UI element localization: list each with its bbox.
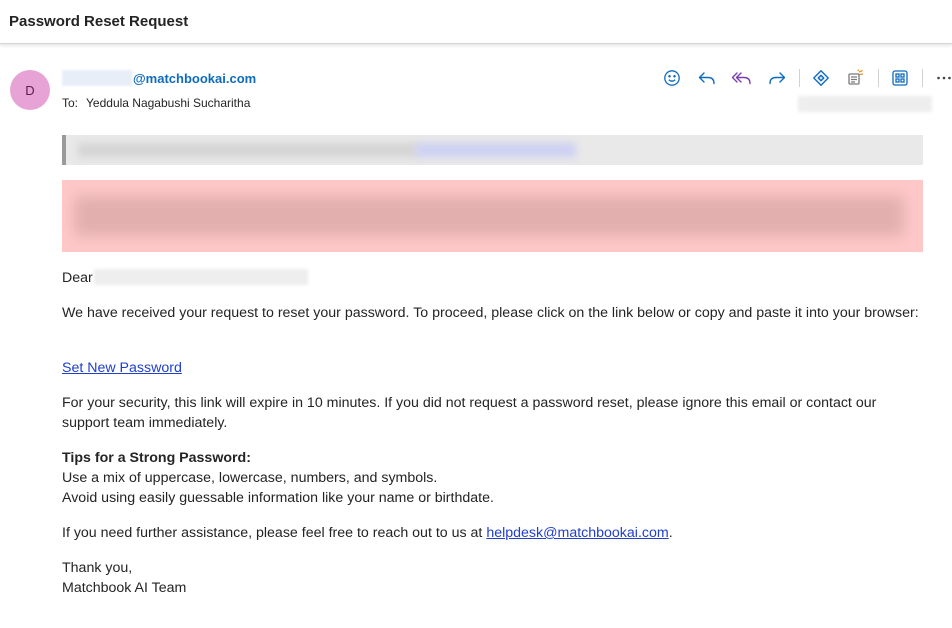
tip-item: Use a mix of uppercase, lowercase, numbe… bbox=[62, 470, 438, 486]
signature: Matchbook AI Team bbox=[62, 580, 187, 596]
assistance-suffix: . bbox=[668, 525, 673, 541]
tip-item: Avoid using easily guessable information… bbox=[62, 490, 494, 506]
redacted-date bbox=[798, 96, 932, 112]
sender-avatar[interactable]: D bbox=[10, 70, 50, 110]
paragraph-security: For your security, this link will expire… bbox=[62, 395, 877, 431]
loop-icon[interactable] bbox=[809, 66, 833, 90]
immersive-reader-icon[interactable] bbox=[844, 66, 868, 90]
external-sender-banner bbox=[62, 135, 923, 165]
subject-bar: Password Reset Request bbox=[0, 0, 952, 44]
to-label: To: bbox=[62, 96, 79, 110]
toolbar-divider bbox=[799, 69, 800, 87]
apps-icon[interactable] bbox=[888, 66, 912, 90]
reset-link-line: Set New Password bbox=[62, 358, 922, 378]
assistance-line: If you need further assistance, please f… bbox=[62, 523, 922, 543]
assistance-text: If you need further assistance, please f… bbox=[62, 525, 487, 541]
reply-icon[interactable] bbox=[695, 66, 719, 90]
forward-icon[interactable] bbox=[765, 66, 789, 90]
sender-address[interactable]: @matchbookai.com bbox=[62, 69, 256, 87]
email-subject: Password Reset Request bbox=[9, 13, 189, 30]
paragraph-request: We have received your request to reset y… bbox=[62, 305, 919, 321]
greeting: Dear bbox=[62, 270, 93, 286]
closing: Thank you, bbox=[62, 560, 133, 576]
redacted-recipient-name bbox=[93, 269, 308, 285]
reply-all-icon[interactable] bbox=[730, 66, 754, 90]
set-new-password-link[interactable]: Set New Password bbox=[62, 360, 182, 376]
toolbar-divider-2 bbox=[878, 69, 879, 87]
signoff: Thank you, Matchbook AI Team bbox=[62, 558, 922, 598]
greeting-line: Dear bbox=[62, 268, 922, 288]
more-icon[interactable] bbox=[932, 66, 952, 90]
message-toolbar bbox=[660, 66, 952, 90]
tips-title: Tips for a Strong Password: bbox=[62, 450, 251, 466]
recipients-row: To: Yeddula Nagabushi Sucharitha bbox=[62, 96, 250, 110]
helpdesk-email-link[interactable]: helpdesk@matchbookai.com bbox=[486, 525, 668, 541]
tips-section: Tips for a Strong Password: Use a mix of… bbox=[62, 448, 922, 508]
recipient-name[interactable]: Yeddula Nagabushi Sucharitha bbox=[86, 96, 250, 110]
redacted-banner-text bbox=[78, 143, 418, 157]
emoji-icon[interactable] bbox=[660, 66, 684, 90]
warning-banner bbox=[62, 180, 923, 252]
redacted-warning-text bbox=[74, 196, 904, 236]
redacted-banner-link bbox=[416, 143, 576, 157]
sender-email-domain[interactable]: @matchbookai.com bbox=[133, 71, 256, 86]
toolbar-divider-3 bbox=[922, 69, 923, 87]
redacted-sender-name bbox=[62, 70, 132, 86]
